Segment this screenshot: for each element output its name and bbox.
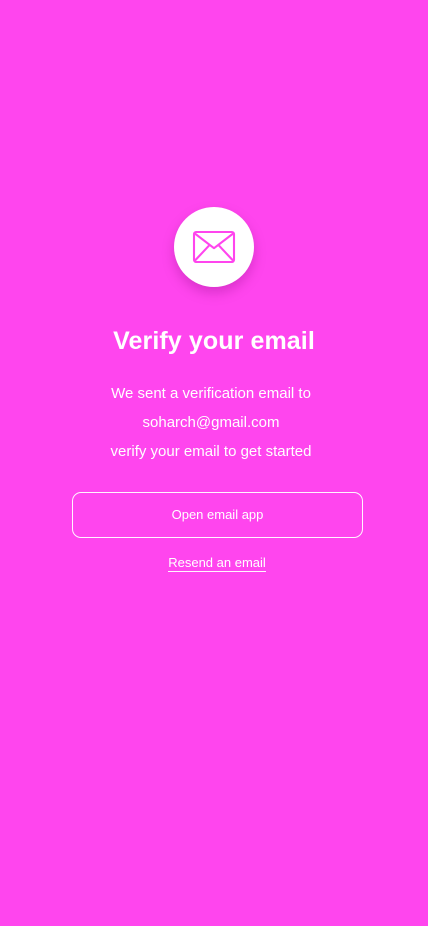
mail-icon-circle xyxy=(174,207,254,287)
page-title: Verify your email xyxy=(113,327,315,355)
email-address-text: soharch@gmail.com xyxy=(142,414,280,431)
resend-email-container: Resend an email xyxy=(0,554,428,572)
verification-message-line-1: We sent a verification email to xyxy=(111,385,311,402)
mail-envelope-icon xyxy=(192,230,236,264)
open-email-app-button[interactable]: Open email app xyxy=(72,492,363,538)
verify-email-screen: Verify your email We sent a verification… xyxy=(0,0,428,926)
verification-message-line-3: verify your email to get started xyxy=(110,443,312,460)
resend-email-link[interactable]: Resend an email xyxy=(168,554,266,572)
